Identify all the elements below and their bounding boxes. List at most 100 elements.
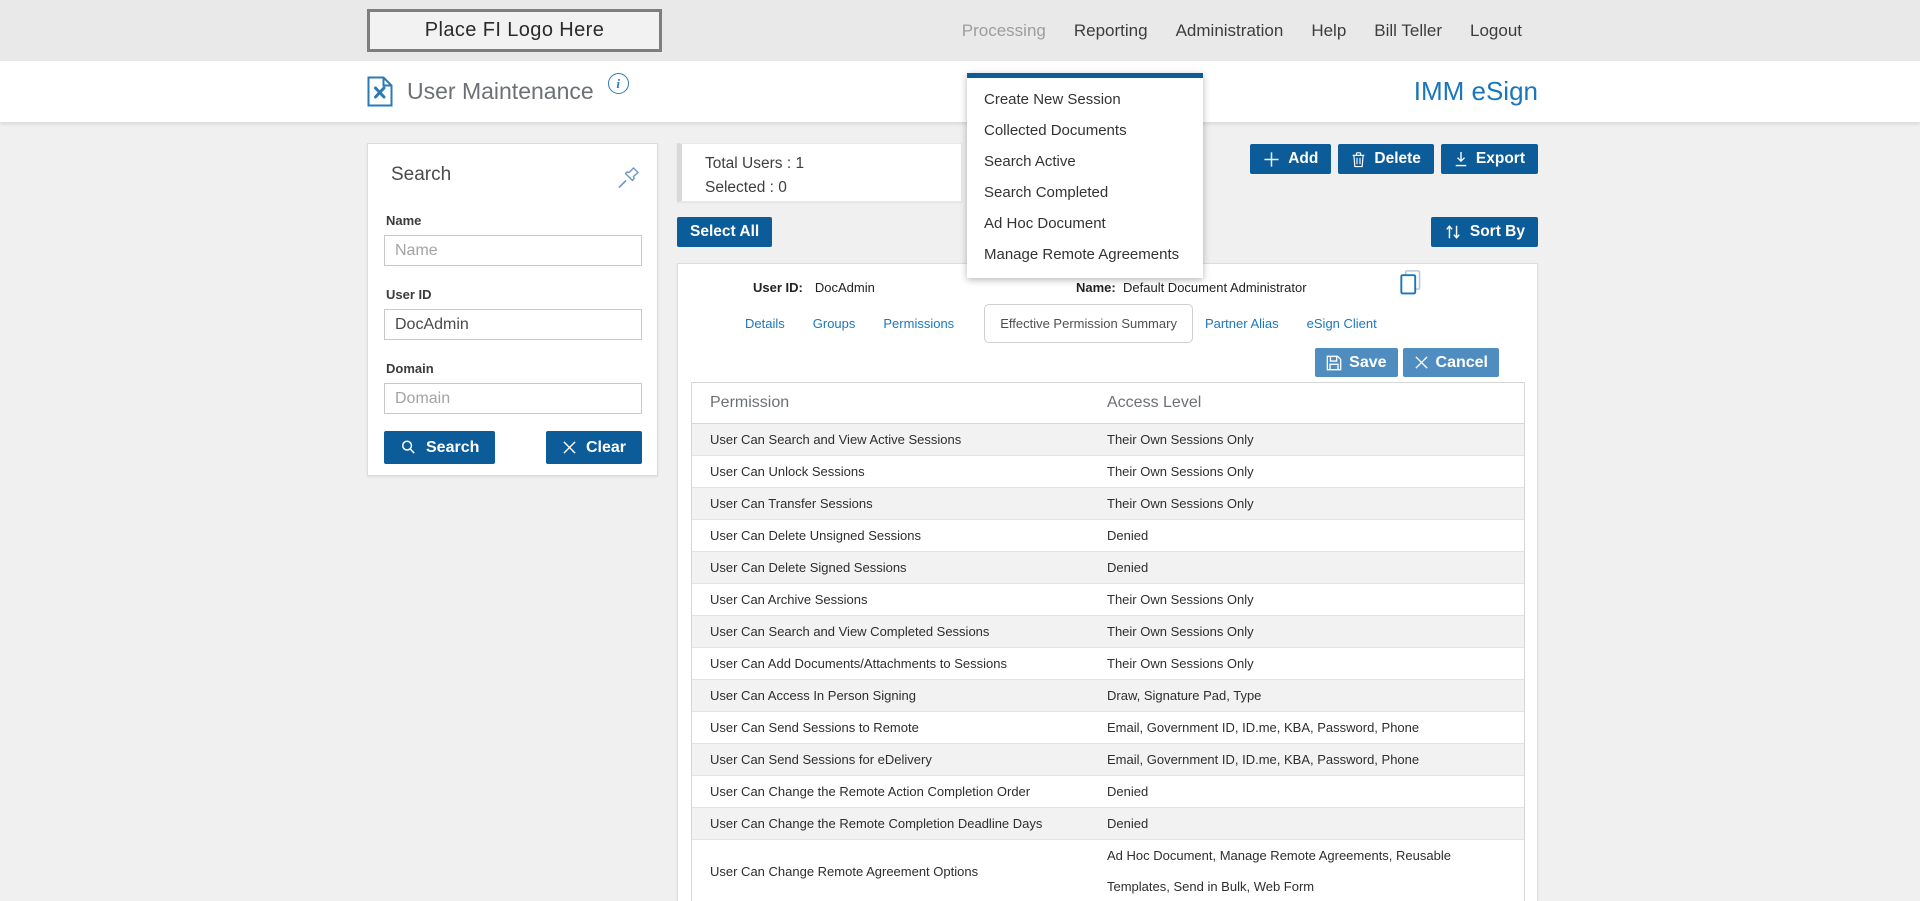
access-level-column-header: Access Level bbox=[1107, 394, 1202, 411]
save-button-label: Save bbox=[1349, 353, 1387, 371]
permission-cell: User Can Change the Remote Completion De… bbox=[710, 816, 1043, 831]
permission-column-header: Permission bbox=[710, 394, 790, 411]
menu-item-search-active[interactable]: Search Active bbox=[967, 146, 1203, 177]
search-icon bbox=[400, 439, 417, 456]
sort-by-label: Sort By bbox=[1469, 223, 1525, 240]
permission-cell: User Can Search and View Active Sessions bbox=[710, 432, 962, 447]
select-all-button[interactable]: Select All bbox=[677, 217, 773, 247]
user-name-label: Name: bbox=[1076, 279, 1116, 295]
card-actions: Save Cancel bbox=[691, 348, 1525, 382]
add-user-button[interactable]: Add bbox=[1250, 144, 1332, 174]
sort-arrows-icon bbox=[1444, 224, 1462, 240]
search-button[interactable]: Search bbox=[384, 431, 496, 464]
permission-row-object-object: User Can Delete Unsigned Sessions Denied bbox=[692, 520, 1524, 552]
permission-row-object-object: User Can Change the Remote Completion De… bbox=[692, 808, 1524, 840]
access-level-cell: Their Own Sessions Only bbox=[1107, 624, 1254, 639]
field-label-name: Name bbox=[386, 213, 422, 228]
user-toolbar: Add Delete Export bbox=[1250, 144, 1538, 174]
permission-row-object-object: User Can Change Remote Agreement Options… bbox=[692, 840, 1524, 901]
info-icon[interactable]: i bbox=[607, 73, 629, 94]
access-level-cell: Their Own Sessions Only bbox=[1107, 464, 1254, 479]
access-level-cell: Denied bbox=[1107, 560, 1149, 575]
permission-cell: User Can Change Remote Agreement Options bbox=[710, 863, 979, 879]
field-label-domain: Domain bbox=[386, 361, 434, 376]
search-field: Name bbox=[384, 213, 642, 266]
download-icon bbox=[1454, 151, 1468, 167]
tab-permissions[interactable]: Permissions bbox=[883, 316, 954, 331]
sort-by-button[interactable]: Sort By bbox=[1430, 217, 1538, 247]
clear-x-icon bbox=[562, 440, 577, 455]
search-panel-title: Search bbox=[391, 164, 452, 185]
permission-row-object-object: User Can Search and View Completed Sessi… bbox=[692, 616, 1524, 648]
copy-icon[interactable] bbox=[1397, 268, 1423, 298]
menu-item-create-new-session[interactable]: Create New Session bbox=[967, 84, 1203, 115]
permission-row-object-object: User Can Archive Sessions Their Own Sess… bbox=[692, 584, 1524, 616]
search-button-label: Search bbox=[426, 438, 480, 456]
access-level-cell: Their Own Sessions Only bbox=[1107, 496, 1254, 511]
access-level-cell: Denied bbox=[1107, 784, 1149, 799]
access-level-cell: Denied bbox=[1107, 816, 1149, 831]
tab-partner-alias[interactable]: Partner Alias bbox=[1205, 316, 1279, 331]
cancel-x-icon bbox=[1414, 355, 1429, 370]
permissions-table-header: Permission Access Level bbox=[692, 383, 1524, 424]
select-all-label: Select All bbox=[690, 223, 760, 240]
nav-item-logout[interactable]: Logout bbox=[1470, 21, 1522, 41]
permission-row-object-object: User Can Add Documents/Attachments to Se… bbox=[692, 648, 1524, 680]
input-name[interactable] bbox=[384, 235, 642, 266]
input-domain[interactable] bbox=[384, 383, 642, 414]
tab-groups[interactable]: Groups bbox=[813, 316, 856, 331]
tab-esign-client[interactable]: eSign Client bbox=[1307, 316, 1377, 331]
permission-cell: User Can Access In Person Signing bbox=[710, 688, 916, 703]
field-label-user-id: User ID bbox=[386, 287, 432, 302]
user-card-tabs: Details Groups Permissions Effective Per… bbox=[691, 302, 1525, 344]
user-id-label: User ID: bbox=[753, 279, 803, 295]
menu-item-manage-remote-agreements[interactable]: Manage Remote Agreements bbox=[967, 239, 1203, 270]
access-level-cell: Draw, Signature Pad, Type bbox=[1107, 688, 1262, 703]
user-maintenance-doc-icon bbox=[367, 76, 393, 107]
export-button[interactable]: Export bbox=[1440, 144, 1538, 174]
nav-item-reporting[interactable]: Reporting bbox=[1074, 21, 1148, 41]
export-button-label: Export bbox=[1475, 150, 1525, 167]
fi-logo-placeholder: Place FI Logo Here bbox=[367, 9, 662, 52]
processing-dropdown-menu: Create New Session Collected Documents S… bbox=[967, 73, 1203, 278]
menu-item-ad-hoc-document[interactable]: Ad Hoc Document bbox=[967, 208, 1203, 239]
add-button-label: Add bbox=[1288, 150, 1319, 167]
access-level-cell: Their Own Sessions Only bbox=[1107, 592, 1254, 607]
cancel-button[interactable]: Cancel bbox=[1402, 348, 1499, 377]
clear-button[interactable]: Clear bbox=[545, 431, 642, 464]
permission-cell: User Can Send Sessions for eDelivery bbox=[710, 752, 932, 767]
clear-button-label: Clear bbox=[585, 438, 626, 456]
permission-cell: User Can Change the Remote Action Comple… bbox=[710, 784, 1031, 799]
permission-row-object-object: User Can Search and View Active Sessions… bbox=[692, 424, 1524, 456]
permission-cell: User Can Delete Signed Sessions bbox=[710, 560, 907, 575]
permission-row-object-object: User Can Unlock Sessions Their Own Sessi… bbox=[692, 456, 1524, 488]
pin-icon[interactable] bbox=[615, 164, 642, 191]
nav-item-help[interactable]: Help bbox=[1311, 21, 1346, 41]
page: Place FI Logo Here Processing Reporting … bbox=[0, 0, 1920, 901]
delete-user-button[interactable]: Delete bbox=[1338, 144, 1434, 174]
trash-icon bbox=[1351, 151, 1366, 168]
page-header: User Maintenance i IMM eSign bbox=[0, 61, 1920, 122]
input-user-id[interactable] bbox=[384, 309, 642, 340]
menu-item-collected-documents[interactable]: Collected Documents bbox=[967, 115, 1203, 146]
permission-row-object-object: User Can Change the Remote Action Comple… bbox=[692, 776, 1524, 808]
search-panel: Search Name User ID bbox=[367, 143, 658, 476]
nav-item-administration[interactable]: Administration bbox=[1176, 21, 1284, 41]
permission-cell: User Can Transfer Sessions bbox=[710, 496, 873, 511]
nav-item-processing[interactable]: Processing bbox=[962, 21, 1046, 41]
nav-item-bill-teller[interactable]: Bill Teller bbox=[1374, 21, 1442, 41]
permission-row-object-object: User Can Transfer Sessions Their Own Ses… bbox=[692, 488, 1524, 520]
permission-row-object-object: User Can Send Sessions to Remote Email, … bbox=[692, 712, 1524, 744]
tab-details[interactable]: Details bbox=[745, 316, 785, 331]
user-id-value: DocAdmin bbox=[814, 279, 875, 295]
save-button[interactable]: Save bbox=[1315, 348, 1398, 377]
save-floppy-icon bbox=[1326, 355, 1342, 371]
access-level-cell: Email, Government ID, ID.me, KBA, Passwo… bbox=[1107, 720, 1420, 735]
menu-item-search-completed[interactable]: Search Completed bbox=[967, 177, 1203, 208]
main-nav: Processing Reporting Administration Help… bbox=[962, 21, 1538, 41]
access-level-cell: Their Own Sessions Only bbox=[1107, 432, 1254, 447]
permission-row-object-object: User Can Access In Person Signing Draw, … bbox=[692, 680, 1524, 712]
total-users-text: Total Users : 1 bbox=[705, 155, 805, 172]
access-level-cell: Their Own Sessions Only bbox=[1107, 656, 1254, 671]
tab-effective-permission-summary[interactable]: Effective Permission Summary bbox=[984, 303, 1193, 343]
